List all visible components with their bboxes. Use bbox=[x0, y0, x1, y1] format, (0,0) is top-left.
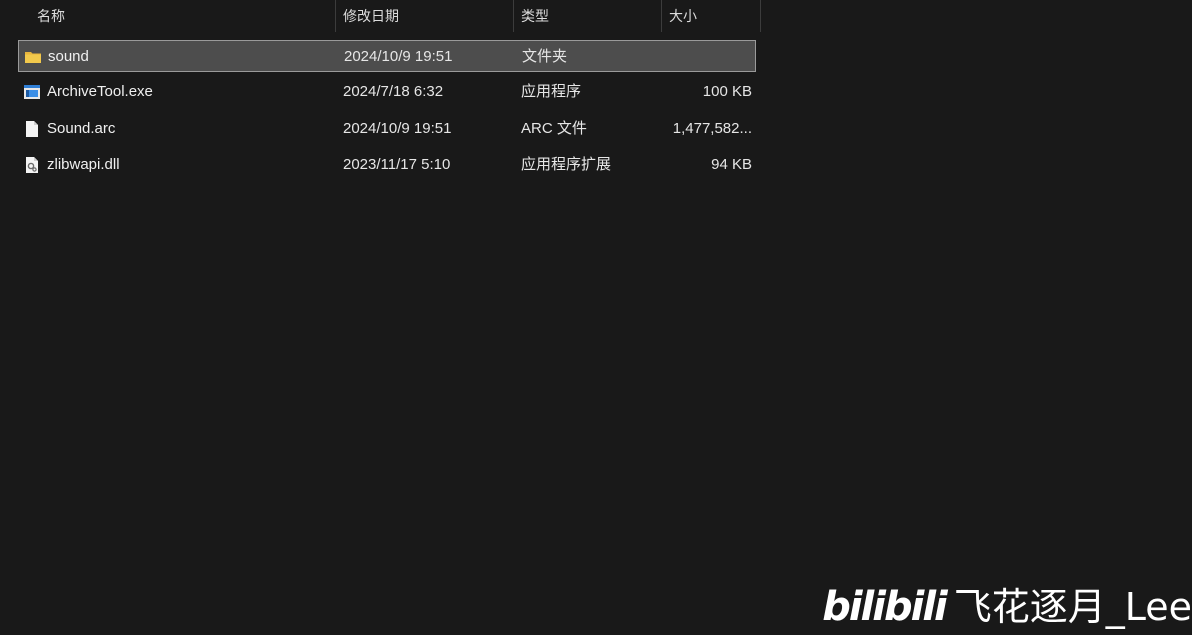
file-size: 100 KB bbox=[702, 83, 752, 100]
file-type: 文件夹 bbox=[522, 48, 568, 65]
bilibili-logo: bilibili bbox=[822, 584, 948, 630]
sort-ascending-icon: ^ bbox=[176, 0, 182, 6]
file-name: ArchiveTool.exe bbox=[47, 83, 153, 100]
column-header-size-label: 大小 bbox=[669, 8, 697, 24]
watermark: bilibili 飞花逐月_Lee bbox=[822, 581, 1192, 633]
column-header-date[interactable]: 修改日期 bbox=[336, 0, 514, 32]
column-header-type[interactable]: 类型 bbox=[514, 0, 662, 32]
exe-icon bbox=[23, 83, 41, 101]
file-name: Sound.arc bbox=[47, 120, 116, 137]
file-name: sound bbox=[48, 48, 89, 65]
file-date: 2024/7/18 6:32 bbox=[343, 83, 444, 100]
folder-icon bbox=[24, 48, 42, 66]
column-header-size[interactable]: 大小 bbox=[662, 0, 761, 32]
file-explorer-window: 名称 ^ 修改日期 类型 大小 sound 2024/10/9 19:51 文件… bbox=[0, 0, 1192, 635]
file-date: 2024/10/9 19:51 bbox=[343, 120, 452, 137]
dll-icon bbox=[23, 156, 41, 174]
file-row-zlibwapi[interactable]: zlibwapi.dll 2023/11/17 5:10 应用程序扩展 94 K… bbox=[18, 149, 756, 181]
column-header-type-label: 类型 bbox=[521, 8, 549, 24]
file-size: 1,477,582... bbox=[672, 120, 752, 137]
file-row-archivetool[interactable]: ArchiveTool.exe 2024/7/18 6:32 应用程序 100 … bbox=[18, 76, 756, 108]
column-header-name-label: 名称 bbox=[37, 8, 65, 24]
watermark-username: 飞花逐月_Lee bbox=[953, 585, 1192, 629]
column-header-date-label: 修改日期 bbox=[343, 8, 399, 24]
file-row-sound-arc[interactable]: Sound.arc 2024/10/9 19:51 ARC 文件 1,477,5… bbox=[18, 113, 756, 145]
file-date: 2024/10/9 19:51 bbox=[344, 48, 453, 65]
file-row-sound[interactable]: sound 2024/10/9 19:51 文件夹 bbox=[18, 40, 756, 72]
file-size: 94 KB bbox=[711, 156, 752, 173]
file-date: 2023/11/17 5:10 bbox=[343, 156, 451, 173]
column-header: 名称 ^ 修改日期 类型 大小 bbox=[0, 0, 762, 34]
file-icon bbox=[23, 120, 41, 138]
file-type: ARC 文件 bbox=[521, 120, 587, 137]
file-type: 应用程序 bbox=[521, 83, 582, 100]
column-header-name[interactable]: 名称 bbox=[30, 0, 336, 32]
file-type: 应用程序扩展 bbox=[521, 156, 612, 173]
file-name: zlibwapi.dll bbox=[47, 156, 120, 173]
